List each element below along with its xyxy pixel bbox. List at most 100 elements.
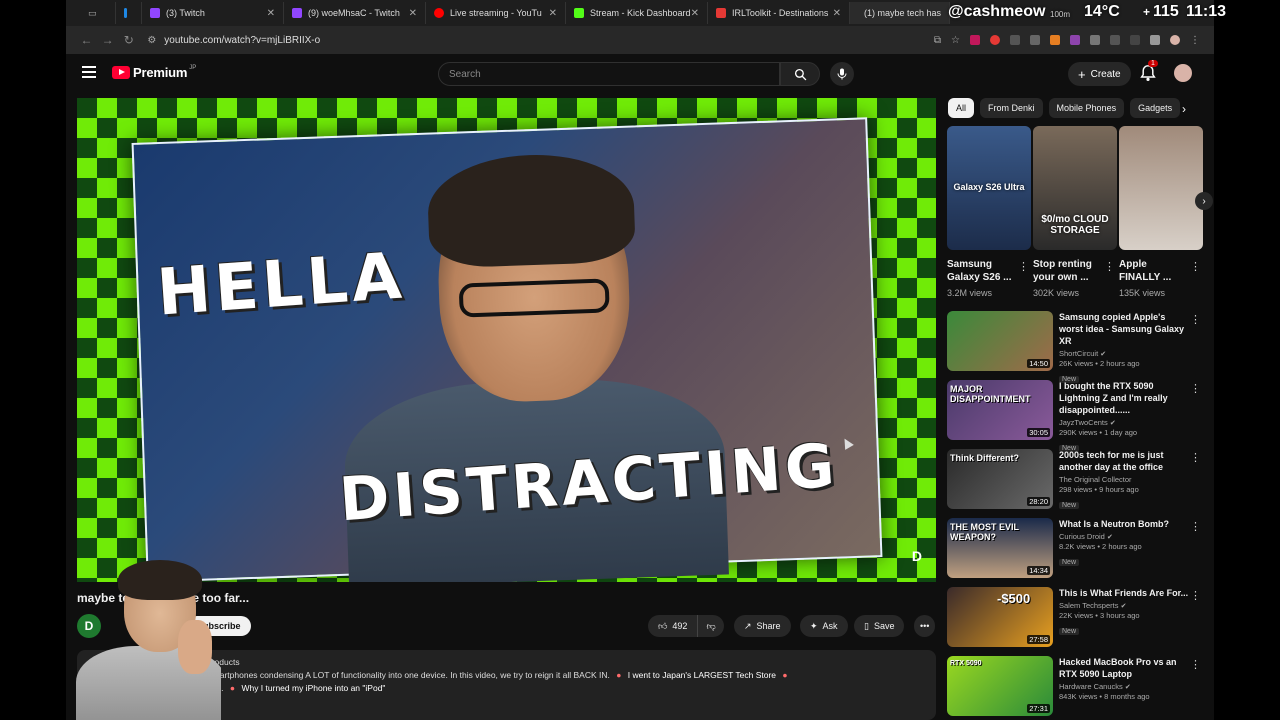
- ask-button[interactable]: ✦ Ask: [800, 615, 848, 637]
- rec-channel[interactable]: The Original Collector: [1059, 475, 1189, 484]
- site-info-icon[interactable]: ⚙: [147, 35, 156, 46]
- extension-icon[interactable]: [1030, 35, 1041, 45]
- list-item[interactable]: 14:50 Samsung copied Apple's worst idea …: [947, 311, 1207, 383]
- rec-meta: 8.2K views • 2 hours ago: [1059, 542, 1142, 551]
- tab-6-active[interactable]: (1) maybe tech has: [850, 2, 950, 24]
- more-vert-icon[interactable]: ⋮: [1190, 658, 1201, 671]
- more-vert-icon[interactable]: ⋮: [1190, 589, 1201, 602]
- tab-sidebar-toggle[interactable]: ▭: [80, 2, 116, 24]
- rec-channel[interactable]: JayzTwoCents: [1059, 418, 1108, 427]
- short-card[interactable]: $0/mo CLOUD STORAGE Stop renting your ow…: [1033, 126, 1117, 298]
- share-label: Share: [756, 621, 781, 631]
- puzzle-icon[interactable]: [1110, 35, 1121, 45]
- thumbs-down-icon: 👎︎: [706, 620, 716, 631]
- short-thumbnail: $0/mo CLOUD STORAGE: [1033, 126, 1117, 250]
- rec-channel[interactable]: Salem Techsperts: [1059, 601, 1118, 610]
- search-button[interactable]: [780, 62, 820, 86]
- extension-icon[interactable]: [1150, 35, 1161, 45]
- tab-3[interactable]: Live streaming - YouTu ✕: [426, 2, 566, 24]
- chip-all[interactable]: All: [948, 98, 975, 118]
- chip-from-denki[interactable]: From Denki: [980, 98, 1043, 118]
- tab-5[interactable]: IRLToolkit - Destinations ✕: [708, 2, 850, 24]
- webcam-overlay: [56, 560, 221, 720]
- extension-icon[interactable]: [1010, 35, 1021, 45]
- create-button[interactable]: + Create: [1068, 62, 1131, 86]
- notifications-button[interactable]: 1: [1140, 60, 1160, 84]
- install-icon[interactable]: ⧉: [934, 35, 941, 46]
- search-input[interactable]: Search: [438, 62, 780, 86]
- notification-badge: 1: [1148, 60, 1158, 67]
- tab-2[interactable]: (9) woeMhsaC - Twitch ✕: [284, 2, 426, 24]
- close-icon[interactable]: ✕: [691, 8, 699, 19]
- desc-link[interactable]: Why I turned my iPhone into an "iPod": [241, 683, 385, 693]
- tab-label: IRLToolkit - Destinations: [732, 8, 829, 18]
- extension-icon[interactable]: [1050, 35, 1061, 45]
- list-item[interactable]: RTX 5090 27:31 Hacked MacBook Pro vs an …: [947, 656, 1207, 720]
- back-icon[interactable]: ←: [76, 33, 97, 47]
- reload-icon[interactable]: ↻: [118, 33, 139, 47]
- forward-icon[interactable]: →: [97, 33, 118, 47]
- youtube-logo[interactable]: Premium JP: [112, 65, 196, 80]
- tab-blank[interactable]: [116, 2, 142, 24]
- short-card[interactable]: Galaxy S26 Ultra Samsung Galaxy S26 ... …: [947, 126, 1031, 298]
- desc-line-1: products: [207, 657, 240, 667]
- close-icon[interactable]: ✕: [409, 8, 417, 19]
- voice-search-button[interactable]: [830, 62, 854, 86]
- tab-4[interactable]: Stream - Kick Dashboard ✕: [566, 2, 708, 24]
- list-item[interactable]: THE MOST EVIL WEAPON? 14:34 What Is a Ne…: [947, 518, 1207, 587]
- save-button[interactable]: ▯ Save: [854, 615, 905, 637]
- extension-icon[interactable]: [970, 35, 981, 45]
- chevron-right-icon[interactable]: ›: [1195, 192, 1213, 210]
- logo-text: Premium: [133, 65, 188, 80]
- close-icon[interactable]: ✕: [267, 8, 275, 19]
- menu-icon[interactable]: ⋮: [1190, 35, 1200, 46]
- hamburger-menu-icon[interactable]: [82, 66, 96, 78]
- video-thumbnail: THE MOST EVIL WEAPON? 14:34: [947, 518, 1053, 578]
- dislike-button[interactable]: 👎︎: [698, 615, 724, 637]
- short-card[interactable]: Apple FINALLY ... 135K views ⋮: [1119, 126, 1203, 298]
- video-player[interactable]: HELLA DISTRACTING D: [77, 98, 936, 582]
- more-actions-button[interactable]: •••: [914, 615, 936, 637]
- more-vert-icon[interactable]: ⋮: [1104, 260, 1115, 273]
- link-dot-icon: ●: [782, 670, 788, 680]
- bookmark-star-icon[interactable]: ☆: [951, 35, 960, 46]
- desc-link[interactable]: I went to Japan's LARGEST Tech Store: [628, 670, 776, 680]
- chip-gadgets[interactable]: Gadgets: [1130, 98, 1181, 118]
- close-icon[interactable]: ✕: [549, 8, 557, 19]
- url-field[interactable]: ⚙ youtube.com/watch?v=mjLiBRIIX-o: [147, 30, 934, 50]
- extension-icon[interactable]: [990, 35, 1001, 45]
- close-icon[interactable]: ✕: [833, 8, 841, 19]
- rec-title: 2000s tech for me is just another day at…: [1059, 450, 1164, 472]
- new-badge: New: [1059, 628, 1080, 635]
- share-arrow-icon: ↗: [744, 620, 752, 631]
- chevron-right-icon[interactable]: ›: [1182, 102, 1186, 116]
- more-vert-icon[interactable]: ⋮: [1190, 520, 1201, 533]
- short-title: Apple FINALLY ...: [1119, 259, 1172, 283]
- list-item[interactable]: -$500 27:58 This is What Friends Are For…: [947, 587, 1207, 656]
- share-button[interactable]: ↗ Share: [734, 615, 791, 637]
- reading-list-icon[interactable]: [1130, 35, 1141, 45]
- rec-channel[interactable]: Hardware Canucks: [1059, 682, 1123, 691]
- short-thumbnail: [1119, 126, 1203, 250]
- more-vert-icon[interactable]: ⋮: [1190, 451, 1201, 464]
- short-views: 3.2M views: [947, 288, 993, 298]
- tab-label: Stream - Kick Dashboard: [590, 8, 691, 18]
- avatar[interactable]: [1174, 64, 1192, 82]
- chip-mobile-phones[interactable]: Mobile Phones: [1048, 98, 1125, 118]
- rec-channel[interactable]: ShortCircuit: [1059, 349, 1098, 358]
- search-placeholder: Search: [449, 68, 481, 80]
- extension-icon[interactable]: [1070, 35, 1081, 45]
- extension-icon[interactable]: [1090, 35, 1101, 45]
- more-vert-icon[interactable]: ⋮: [1018, 260, 1029, 273]
- profile-icon[interactable]: [1170, 35, 1181, 45]
- more-vert-icon[interactable]: ⋮: [1190, 382, 1201, 395]
- thumb-caption: MAJOR DISAPPOINTMENT: [950, 384, 1031, 404]
- list-item[interactable]: Think Different? 28:20 2000s tech for me…: [947, 449, 1207, 518]
- list-item[interactable]: MAJOR DISAPPOINTMENT 30:05 I bought the …: [947, 380, 1207, 452]
- more-vert-icon[interactable]: ⋮: [1190, 313, 1201, 326]
- rec-channel[interactable]: Curious Droid: [1059, 532, 1105, 541]
- thumb-caption: Think Different?: [950, 453, 1019, 463]
- like-button[interactable]: 👍︎ 492: [648, 615, 699, 637]
- tab-1[interactable]: (3) Twitch ✕: [142, 2, 284, 24]
- more-vert-icon[interactable]: ⋮: [1190, 260, 1201, 273]
